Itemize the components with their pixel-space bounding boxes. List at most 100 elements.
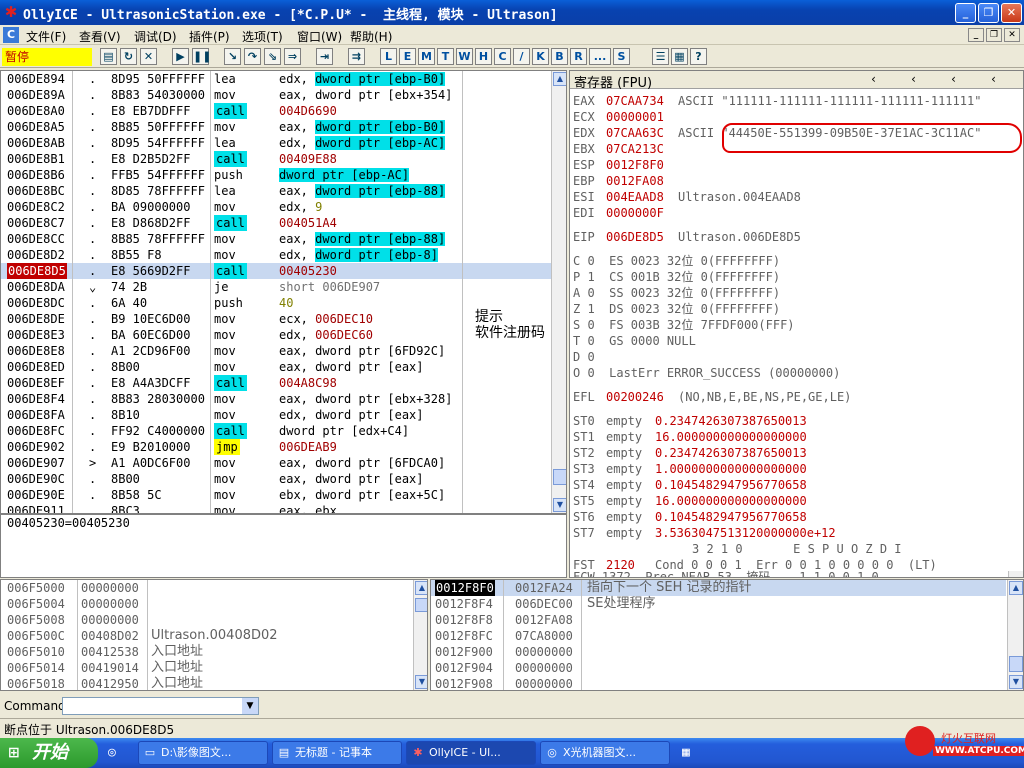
threads-window-button[interactable]: T [437, 48, 454, 65]
disasm-row[interactable]: 006DE8C7. E8 D868D2FF call 004051A4 [1, 215, 551, 231]
scroll-thumb[interactable] [1009, 656, 1023, 672]
dump-row[interactable]: 006F5014 00419014 入口地址 [1, 660, 411, 676]
trace-into-icon[interactable]: ⇘ [264, 48, 281, 65]
disasm-row[interactable]: 006DE8F4. 8B83 28030000 mov eax, dword ptr … [1, 391, 551, 407]
disasm-row[interactable]: 006DE89A. 8B83 54030000 mov eax, dword ptr … [1, 87, 551, 103]
disasm-row[interactable]: 006DE8FC. FF92 C4000000 call dword ptr [edx… [1, 423, 551, 439]
stack-row[interactable]: 0012F8F8 0012FA08 [431, 612, 1006, 628]
disasm-row[interactable]: 006DE8A5. 8B85 50FFFFFF mov eax, dword ptr … [1, 119, 551, 135]
register-row[interactable]: EBP 0012FA08 [573, 173, 1013, 189]
step-over-icon[interactable]: ↷ [244, 48, 261, 65]
fpu-row[interactable]: ST1 empty 16.000000000000000000 [573, 429, 1013, 445]
menu-help[interactable]: 帮助(H) [350, 28, 392, 45]
chevron-left-icon[interactable]: ‹ [950, 72, 957, 86]
modules-window-button[interactable]: E [399, 48, 416, 65]
flag-row[interactable]: C 0 ES 0023 32位 0(FFFFFFFF) [573, 253, 1013, 269]
menu-view[interactable]: 查看(V) [79, 28, 121, 45]
flag-row[interactable]: O 0 LastErr ERROR_SUCCESS (00000000) [573, 365, 1013, 381]
task-explorer[interactable]: ▭ D:\影像图文... [138, 741, 268, 765]
mdi-close-button[interactable]: ✕ [1004, 28, 1020, 42]
memory-window-button[interactable]: M [418, 48, 435, 65]
disasm-row[interactable]: 006DE8DA ⌄ 74 2B je short 006DE907 [1, 279, 551, 295]
stack-row[interactable]: 0012F8FC 07CA8000 [431, 628, 1006, 644]
menu-file[interactable]: 文件(F) [26, 28, 66, 45]
disassembly-pane[interactable]: 006DE894. 8D95 50FFFFFF lea edx, dword ptr … [0, 70, 567, 514]
minimize-button[interactable]: _ [955, 3, 976, 23]
disasm-row[interactable]: 006DE8D5. E8 5669D2FF call 00405230 [1, 263, 551, 279]
close-program-icon[interactable]: ✕ [140, 48, 157, 65]
stack-row[interactable]: 0012F8F4 006DEC00 SE处理程序 [431, 596, 1006, 612]
menu-plugins[interactable]: 插件(P) [189, 28, 230, 45]
stack-row[interactable]: 0012F908 00000000 [431, 676, 1006, 690]
register-row[interactable]: EDI 0000000F [573, 205, 1013, 221]
command-input[interactable]: ▼ [62, 697, 259, 715]
menu-options[interactable]: 选项(T) [242, 28, 283, 45]
disasm-row[interactable]: 006DE907 > A1 A0DC6F00 mov eax, dword ptr [6… [1, 455, 551, 471]
disasm-row[interactable]: 006DE902. E9 B2010000 jmp 006DEAB9 [1, 439, 551, 455]
dump-scrollbar[interactable]: ▲ ▼ [413, 580, 427, 690]
scroll-up-icon[interactable]: ▲ [1009, 581, 1023, 595]
scroll-thumb[interactable] [553, 469, 566, 485]
references-window-button[interactable]: R [570, 48, 587, 65]
disasm-row[interactable]: 006DE8BC. 8D85 78FFFFFF lea eax, dword ptr … [1, 183, 551, 199]
disasm-row[interactable]: 006DE8FA. 8B10 mov edx, dword ptr [eax] [1, 407, 551, 423]
disasm-row[interactable]: 006DE8AB. 8D95 54FFFFFF lea edx, dword ptr … [1, 135, 551, 151]
dump-row[interactable]: 006F5018 00412950 入口地址 [1, 676, 411, 690]
chevron-left-icon[interactable]: ‹ [910, 72, 917, 86]
register-row[interactable]: EAX 07CAA734 ASCII "111111-111111-111111-1… [573, 93, 1013, 109]
fpu-row[interactable]: ST0 empty 0.2347426307387650013 [573, 413, 1013, 429]
disasm-row[interactable]: 006DE8E3. BA 60EC6D00 mov edx, 006DEC60 [1, 327, 551, 343]
source-window-button[interactable]: S [613, 48, 630, 65]
dump-row[interactable]: 006F5004 00000000 [1, 596, 411, 612]
disasm-row[interactable]: 006DE8E8. A1 2CD96F00 mov eax, dword ptr [6… [1, 343, 551, 359]
stack-row[interactable]: 0012F904 00000000 [431, 660, 1006, 676]
efl-row[interactable]: EFL 00200246 (NO,NB,E,BE,NS,PE,GE,LE) [573, 389, 1013, 405]
dump-row[interactable]: 006F5000 00000000 [1, 580, 411, 596]
help-icon[interactable]: ? [690, 48, 707, 65]
chevron-left-icon[interactable]: ‹ [990, 72, 997, 86]
close-button[interactable]: ✕ [1001, 3, 1022, 23]
menu-window[interactable]: 窗口(W) [297, 28, 342, 45]
run-trace-window-button[interactable]: ... [589, 48, 611, 65]
pause-icon[interactable]: ❚❚ [192, 48, 211, 65]
task-notepad[interactable]: ▤ 无标题 - 记事本 [272, 741, 402, 765]
flag-row[interactable]: S 0 FS 003B 32位 7FFDF000(FFF) [573, 317, 1013, 333]
disasm-row[interactable]: 006DE8DC. 6A 40 push 40 [1, 295, 551, 311]
run-icon[interactable]: ▶ [172, 48, 189, 65]
stack-scrollbar[interactable]: ▲ ▼ [1007, 580, 1023, 690]
scroll-down-icon[interactable]: ▼ [553, 498, 566, 512]
registers-pane[interactable]: 寄存器 (FPU) ‹ ‹ ‹ ‹ EAX 07CAA734 ASCII "1111… [569, 70, 1024, 578]
execute-till-return-icon[interactable]: ⇥ [316, 48, 333, 65]
grid-view-icon[interactable]: ▦ [671, 48, 688, 65]
log-window-button[interactable]: L [380, 48, 397, 65]
disasm-row[interactable]: 006DE8B1. E8 D2B5D2FF call 00409E88 [1, 151, 551, 167]
stack-row[interactable]: 0012F900 00000000 [431, 644, 1006, 660]
task-ie[interactable]: ◎ X光机器图文... [540, 741, 670, 765]
disasm-row[interactable]: 006DE90C. 8B00 mov eax, dword ptr [eax] [1, 471, 551, 487]
scroll-thumb[interactable] [415, 598, 427, 612]
dump-row[interactable]: 006F5010 00412538 入口地址 [1, 644, 411, 660]
windows-window-button[interactable]: W [456, 48, 473, 65]
disasm-row[interactable]: 006DE911. 8BC3 mov eax, ebx [1, 503, 551, 513]
scroll-up-icon[interactable]: ▲ [553, 72, 566, 86]
scroll-down-icon[interactable]: ▼ [415, 675, 427, 689]
flag-row[interactable]: A 0 SS 0023 32位 0(FFFFFFFF) [573, 285, 1013, 301]
trace-over-icon[interactable]: ⇒ [284, 48, 301, 65]
fpu-row[interactable]: ST7 empty 3.5363047513120000000e+12 [573, 525, 1013, 541]
stack-pane[interactable]: 0012F8F0 0012FA24 指向下一个 SEH 记录的指针 0012F8F4 0… [430, 579, 1024, 691]
register-row[interactable]: ESI 004EAAD8 Ultrason.004EAAD8 [573, 189, 1013, 205]
disasm-row[interactable]: 006DE8ED. 8B00 mov eax, dword ptr [eax] [1, 359, 551, 375]
mdi-restore-button[interactable]: ❐ [986, 28, 1002, 42]
disasm-row[interactable]: 006DE8C2. BA 09000000 mov edx, 9 [1, 199, 551, 215]
go-to-icon[interactable]: ⇉ [348, 48, 365, 65]
keyboard-tray-icon[interactable]: ▦ [682, 745, 690, 760]
title-bar[interactable]: ✱ OllyICE - UltrasonicStation.exe - [*C.… [0, 0, 1024, 25]
start-button[interactable]: ⊞ 开始 [0, 738, 98, 768]
disasm-row[interactable]: 006DE8CC. 8B85 78FFFFFF mov eax, dword ptr … [1, 231, 551, 247]
breakpoints-window-button[interactable]: B [551, 48, 568, 65]
patches-window-button[interactable]: / [513, 48, 530, 65]
flag-row[interactable]: P 1 CS 001B 32位 0(FFFFFFFF) [573, 269, 1013, 285]
chevron-left-icon[interactable]: ‹ [870, 72, 877, 86]
fpu-row[interactable]: ST4 empty 0.1045482947956770658 [573, 477, 1013, 493]
disasm-row[interactable]: 006DE8DE. B9 10EC6D00 mov ecx, 006DEC10 [1, 311, 551, 327]
